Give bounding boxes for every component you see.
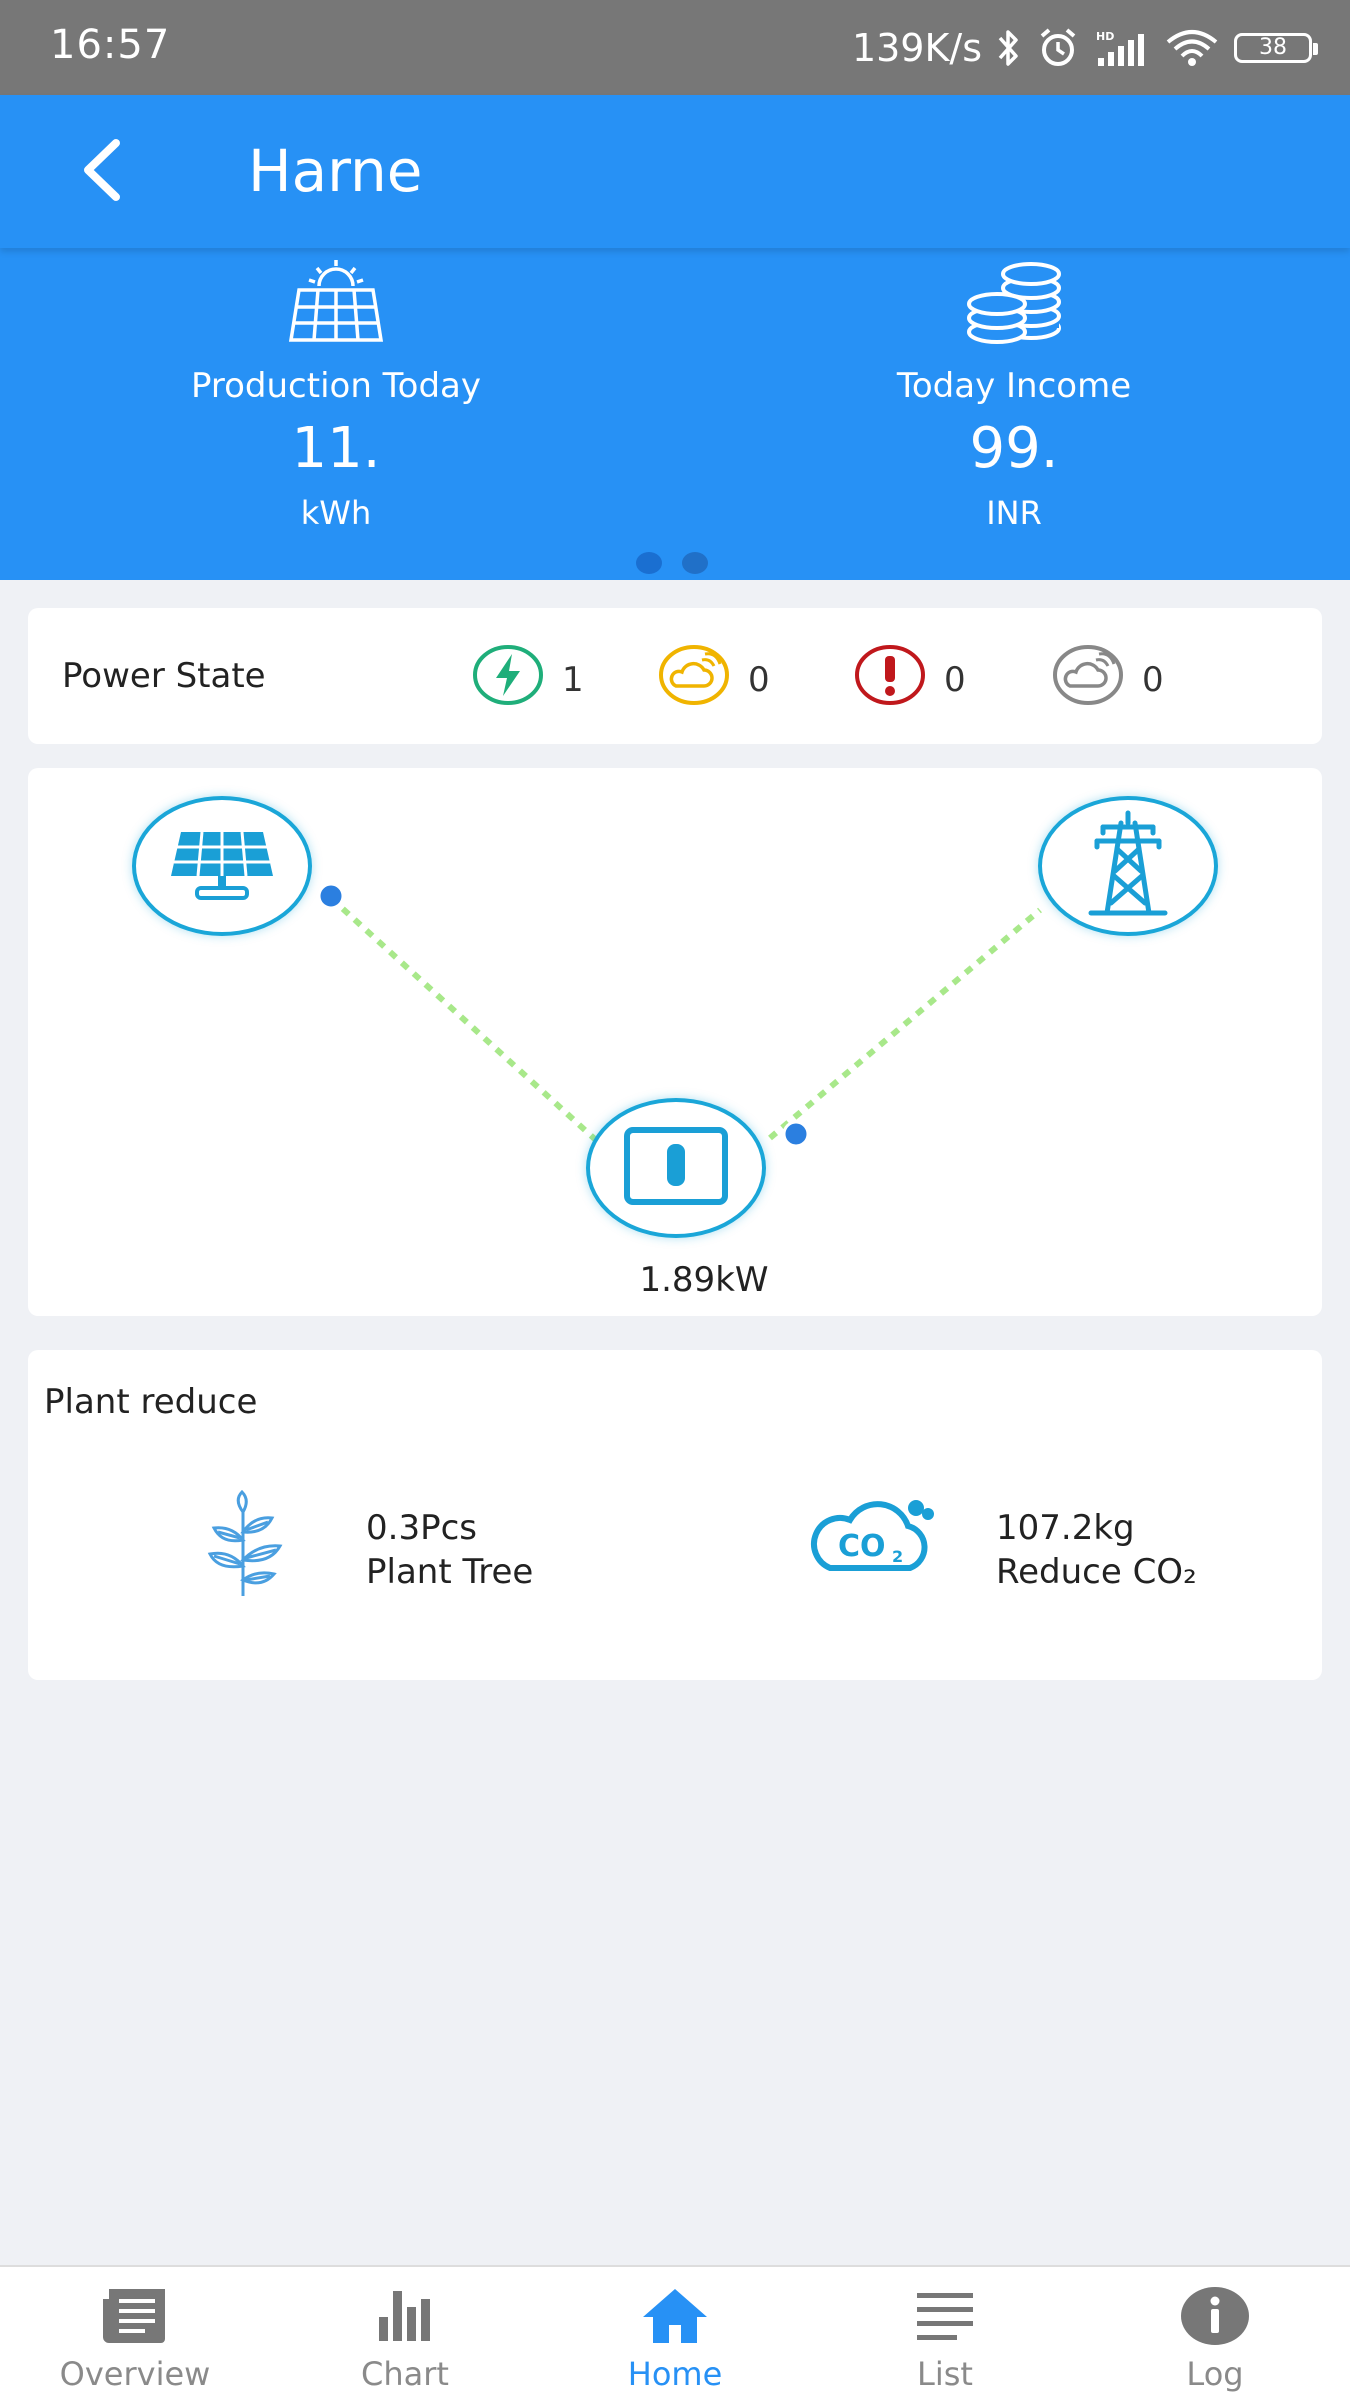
summary-banner[interactable]: Production Today 11. kWh Today Income 99… [0, 248, 1350, 580]
nav-home-label: Home [627, 2355, 723, 2393]
nav-list-label: List [917, 2355, 973, 2393]
solar-node[interactable] [132, 796, 312, 936]
nav-overview[interactable]: Overview [0, 2267, 270, 2400]
nav-log[interactable]: Log [1080, 2267, 1350, 2400]
nav-overview-label: Overview [59, 2355, 211, 2393]
alarm-icon [1036, 26, 1080, 70]
grid-tower-icon [1083, 809, 1173, 923]
co2-cloud-icon: CO 2 [808, 1490, 938, 1584]
bluetooth-icon [996, 28, 1022, 68]
back-button[interactable] [70, 135, 140, 205]
power-state-offline-count: 0 [1142, 659, 1164, 700]
signal-icon: HD [1094, 28, 1150, 68]
standby-cloud-icon [658, 644, 730, 715]
solar-panel-icon [281, 256, 391, 350]
svg-text:CO: CO [838, 1529, 886, 1564]
inverter-node[interactable] [586, 1098, 766, 1238]
status-bar: 16:57 139K/s HD 38 [0, 0, 1350, 95]
plant-reduce-card: Plant reduce 0.3Pcs Plant Tree CO 2 107.… [28, 1350, 1322, 1680]
reduce-co2-text: 107.2kg Reduce CO₂ [996, 1506, 1197, 1594]
page-dot-2[interactable] [682, 552, 708, 574]
power-state-normal[interactable]: 1 [472, 644, 584, 715]
power-state-offline[interactable]: 0 [1052, 644, 1164, 715]
chart-icon [373, 2285, 437, 2351]
offline-cloud-icon [1052, 644, 1124, 715]
energy-flow-card: 1.89kW [28, 768, 1322, 1316]
inverter-power-value: 1.89kW [639, 1260, 769, 1300]
nav-log-label: Log [1186, 2355, 1244, 2393]
status-icons: 139K/s HD 38 [851, 18, 1318, 78]
today-income-value: 99. [969, 416, 1059, 481]
info-icon [1179, 2285, 1251, 2351]
app-header: Harne [0, 95, 1350, 248]
wifi-icon [1164, 28, 1220, 68]
page-title: Harne [248, 137, 423, 205]
power-state-standby-count: 0 [748, 659, 770, 700]
nav-chart[interactable]: Chart [270, 2267, 540, 2400]
status-time: 16:57 [50, 22, 171, 68]
page-dot-1[interactable] [636, 552, 662, 574]
svg-text:HD: HD [1096, 30, 1114, 43]
plant-reduce-title: Plant reduce [44, 1382, 258, 1422]
inverter-icon [621, 1126, 731, 1210]
production-today-label: Production Today [190, 366, 482, 406]
nav-chart-label: Chart [361, 2355, 449, 2393]
flow-dot-inverter [782, 1120, 810, 1148]
power-state-card: Power State 1 0 0 0 [28, 608, 1322, 744]
production-today-unit: kWh [300, 494, 372, 532]
today-income-unit: INR [986, 494, 1042, 532]
solar-panel-icon [167, 824, 277, 908]
chevron-left-icon [70, 139, 140, 209]
solar-to-inverter-line [328, 895, 601, 1145]
list-icon [913, 2285, 977, 2351]
bottom-nav: Overview Chart Home List Log [0, 2265, 1350, 2400]
grid-node[interactable] [1038, 796, 1218, 936]
normal-bolt-icon [472, 644, 544, 715]
inverter-to-grid-line [768, 907, 1042, 1141]
today-income-label: Today Income [896, 366, 1132, 406]
reduce-co2-label: Reduce CO₂ [996, 1552, 1197, 1592]
plant-tree-value: 0.3Pcs [366, 1508, 477, 1548]
page-indicator[interactable] [636, 552, 708, 574]
overview-icon [99, 2285, 171, 2351]
flow-dot-solar [317, 882, 345, 910]
power-state-fault-count: 0 [944, 659, 966, 700]
plant-tree-label: Plant Tree [366, 1552, 534, 1592]
nav-home[interactable]: Home [540, 2267, 810, 2400]
reduce-co2-value: 107.2kg [996, 1508, 1135, 1548]
fault-alert-icon [854, 644, 926, 715]
tree-icon [188, 1489, 298, 1604]
power-state-standby[interactable]: 0 [658, 644, 770, 715]
power-state-normal-count: 1 [562, 659, 584, 700]
home-icon [639, 2285, 711, 2351]
svg-text:2: 2 [892, 1547, 903, 1566]
network-speed: 139K/s [851, 26, 982, 70]
plant-tree-text: 0.3Pcs Plant Tree [366, 1506, 533, 1594]
app-screen: 16:57 139K/s HD 38 Harne Production Toda… [0, 0, 1350, 2400]
power-state-fault[interactable]: 0 [854, 644, 966, 715]
battery-icon: 38 [1234, 33, 1318, 63]
production-today-value: 11. [291, 416, 381, 481]
power-state-label: Power State [62, 656, 266, 696]
nav-list[interactable]: List [810, 2267, 1080, 2400]
coins-icon [959, 256, 1069, 350]
